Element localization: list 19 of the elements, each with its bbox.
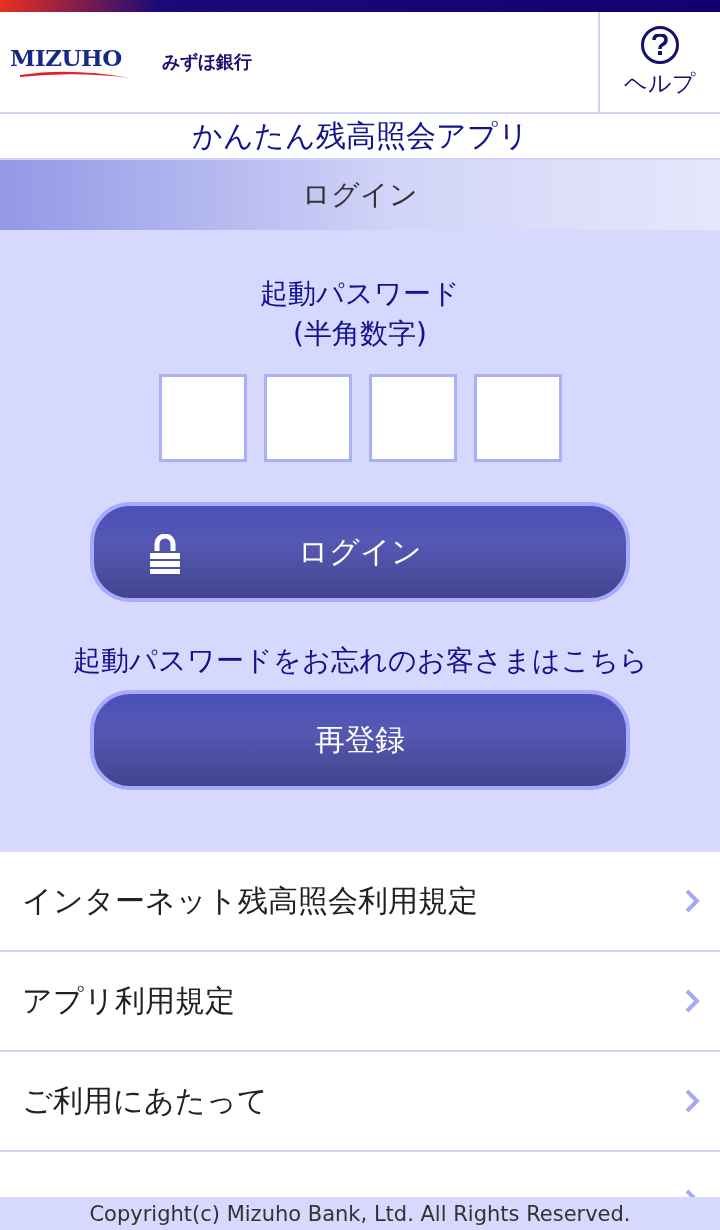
lock-icon — [150, 534, 180, 574]
password-digit-field[interactable] — [263, 374, 352, 462]
chevron-icon — [684, 888, 700, 914]
password-label: 起動パスワード — [260, 276, 460, 312]
password-digit-field[interactable] — [158, 374, 247, 462]
copyright-text: Copyright(c) Mizuho Bank, Ltd. All Rights Reserved. — [0, 1197, 720, 1230]
help-button[interactable]: ヘルプ — [598, 12, 720, 112]
password-digit-field[interactable] — [368, 374, 457, 462]
password-digit-field[interactable] — [473, 374, 562, 462]
password-hint: (半角数字) — [293, 316, 427, 352]
chevron-icon — [684, 988, 700, 1014]
logo-text: MIZUHO — [10, 45, 123, 69]
reregister-button[interactable]: 再登録 — [90, 690, 630, 790]
chevron-icon — [684, 1088, 700, 1114]
bank-name: みずほ銀行 — [162, 50, 252, 74]
section-title: ログイン — [0, 160, 720, 230]
login-button[interactable]: ログイン — [90, 502, 630, 602]
forgot-password-link[interactable]: 起動パスワードをお忘れのお客さまはこちら — [72, 642, 648, 680]
help-icon — [641, 25, 679, 64]
